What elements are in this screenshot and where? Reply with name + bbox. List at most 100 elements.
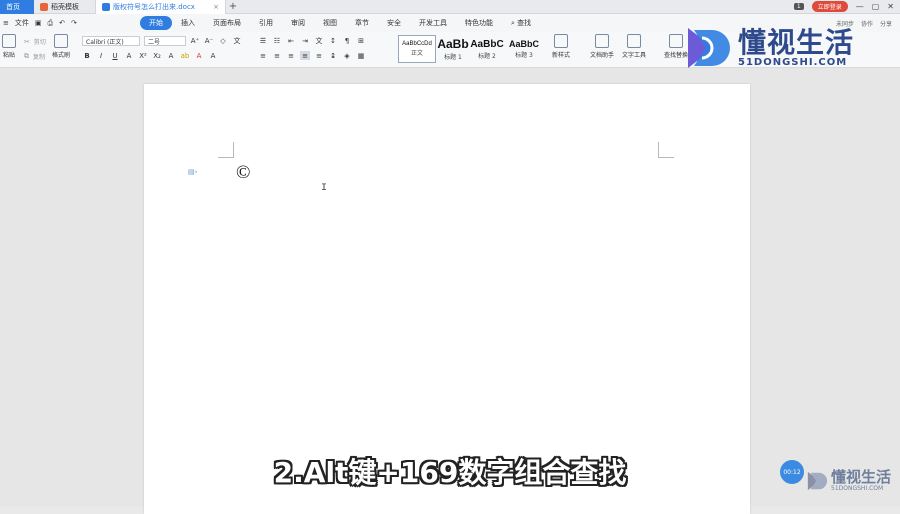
- clear-format-icon[interactable]: ◇: [218, 37, 228, 46]
- superscript-icon[interactable]: X²: [138, 51, 148, 60]
- logo-small-mark-icon: [807, 471, 828, 491]
- align-right-icon[interactable]: ≡: [286, 51, 296, 60]
- video-caption: 2.Alt键+169数字组合查找: [273, 456, 627, 489]
- subscript-icon[interactable]: X₂: [152, 51, 162, 60]
- phonetic-icon[interactable]: 文: [232, 37, 242, 46]
- style-heading-2[interactable]: AaBbC 标题 2: [470, 35, 504, 63]
- align-left-icon[interactable]: ≡: [258, 51, 268, 60]
- shrink-font-icon[interactable]: A⁻: [204, 37, 214, 46]
- save-icon[interactable]: ▣: [35, 19, 42, 27]
- style-normal[interactable]: AaBbCcDd 正文: [398, 35, 436, 63]
- number-list-icon[interactable]: ☷: [272, 36, 282, 45]
- style-heading-1[interactable]: AaBb 标题 1: [436, 35, 470, 63]
- italic-icon[interactable]: I: [96, 51, 106, 60]
- menu-icon[interactable]: ≡: [3, 19, 9, 27]
- doc-assistant-button[interactable]: 文档助手: [590, 34, 614, 59]
- outdent-icon[interactable]: ⇤: [286, 36, 296, 45]
- line-spacing-icon[interactable]: ↨: [328, 51, 338, 60]
- logo-small-chinese-text: 懂视生活: [831, 468, 892, 486]
- style-normal-sample: AaBbCcDd: [402, 41, 432, 47]
- crop-mark-top-left: [218, 142, 234, 158]
- close-icon[interactable]: ×: [213, 3, 219, 11]
- tab-home[interactable]: 首页: [0, 0, 34, 14]
- copy-button[interactable]: ⧉ 复制: [24, 52, 45, 61]
- tab-home-label: 首页: [6, 3, 20, 11]
- align-center-icon[interactable]: ≡: [272, 51, 282, 60]
- document-page[interactable]: ▤› © I: [144, 84, 750, 514]
- document-canvas[interactable]: ▤› © I: [0, 68, 900, 514]
- maximize-icon[interactable]: ▢: [872, 2, 880, 11]
- format-painter-label: 格式刷: [52, 52, 71, 59]
- style-heading-3-sample: AaBbC: [508, 39, 539, 49]
- format-painter-button[interactable]: 格式刷: [52, 34, 70, 59]
- menu-tab-developer[interactable]: 开发工具: [410, 16, 456, 30]
- chinese-layout-icon[interactable]: 文: [314, 36, 324, 45]
- table-icon[interactable]: ⊞: [356, 36, 366, 45]
- tab-template-label: 稻壳模板: [51, 3, 79, 11]
- distribute-icon[interactable]: ≡: [314, 51, 324, 60]
- text-effect-icon[interactable]: A: [166, 51, 176, 60]
- menu-tab-view[interactable]: 视图: [314, 16, 346, 30]
- menu-tab-home[interactable]: 开始: [140, 16, 172, 30]
- redo-icon[interactable]: ↷: [71, 19, 77, 27]
- menu-tab-security[interactable]: 安全: [378, 16, 410, 30]
- align-justify-icon[interactable]: ≡: [300, 51, 310, 60]
- paste-button[interactable]: 粘贴: [2, 34, 16, 59]
- paragraph-marker-icon[interactable]: ▤›: [188, 168, 197, 176]
- show-marks-icon[interactable]: ¶: [342, 36, 352, 45]
- logo-mark-icon: [688, 28, 730, 68]
- tab-document[interactable]: 版权符号怎么打出来.docx ×: [96, 0, 226, 14]
- minimize-icon[interactable]: —: [856, 2, 864, 11]
- bold-icon[interactable]: B: [82, 51, 92, 60]
- style-normal-label: 正文: [410, 50, 423, 57]
- style-heading-2-label: 标题 2: [478, 52, 496, 60]
- new-tab-button[interactable]: +: [226, 0, 240, 13]
- close-window-icon[interactable]: ✕: [887, 2, 894, 11]
- indent-icon[interactable]: ⇥: [300, 36, 310, 45]
- strike-icon[interactable]: A: [124, 51, 134, 60]
- shading-icon[interactable]: ◈: [342, 51, 352, 60]
- find-icon: [669, 34, 683, 48]
- undo-icon[interactable]: ↶: [59, 19, 65, 27]
- style-heading-3[interactable]: AaBbC 标题 3: [505, 35, 543, 63]
- scissors-icon: ✂: [24, 37, 30, 46]
- menu-tab-features[interactable]: 特色功能: [456, 16, 502, 30]
- size-select[interactable]: 二号: [144, 36, 186, 46]
- login-button[interactable]: 立即登录: [811, 1, 848, 12]
- border-icon[interactable]: ▦: [356, 51, 366, 60]
- font-color-icon[interactable]: A: [194, 51, 204, 60]
- file-menu[interactable]: 文件: [15, 18, 29, 28]
- print-icon[interactable]: ⎙: [48, 19, 54, 28]
- watermark-logo: 懂视生活 51DONGSHI.COM: [684, 22, 874, 74]
- underline-icon[interactable]: U: [110, 51, 120, 60]
- share-button[interactable]: 分享: [880, 19, 892, 28]
- watermark-logo-small: 懂视生活 51DONGSHI.COM: [806, 470, 891, 492]
- menu-search[interactable]: ⌕ 查找: [502, 16, 540, 30]
- logo-english-text: 51DONGSHI.COM: [738, 56, 848, 68]
- tab-template[interactable]: 稻壳模板: [34, 0, 96, 14]
- grow-font-icon[interactable]: A⁺: [190, 37, 200, 46]
- style-heading-3-label: 标题 3: [515, 52, 533, 59]
- menu-tab-layout[interactable]: 页面布局: [204, 16, 250, 30]
- cut-button[interactable]: ✂ 剪切: [24, 37, 46, 47]
- menu-tab-review[interactable]: 审阅: [282, 16, 314, 30]
- menu-tab-references[interactable]: 引用: [250, 16, 282, 30]
- font-select[interactable]: Calibri (正文): [82, 36, 140, 46]
- new-style-button[interactable]: 新样式: [552, 34, 570, 59]
- sort-icon[interactable]: ↕: [328, 36, 338, 45]
- timer-badge: 00:12: [780, 460, 804, 484]
- crop-mark-top-right: [658, 142, 674, 158]
- highlight-icon[interactable]: ab: [180, 51, 190, 60]
- bullet-list-icon[interactable]: ☰: [258, 36, 268, 45]
- menu-tab-section[interactable]: 章节: [346, 16, 378, 30]
- wrench-icon: [627, 34, 641, 48]
- text-tools-button[interactable]: 文字工具: [622, 34, 646, 59]
- new-style-label: 新样式: [552, 52, 571, 59]
- menu-tab-insert[interactable]: 插入: [172, 16, 204, 30]
- tab-document-label: 版权符号怎么打出来.docx: [113, 3, 195, 11]
- logo-small-english-text: 51DONGSHI.COM: [831, 485, 884, 492]
- doc-assistant-icon: [595, 34, 609, 48]
- text-cursor-icon: I: [321, 183, 328, 194]
- document-text[interactable]: ©: [236, 162, 250, 184]
- char-border-icon[interactable]: A: [208, 51, 218, 60]
